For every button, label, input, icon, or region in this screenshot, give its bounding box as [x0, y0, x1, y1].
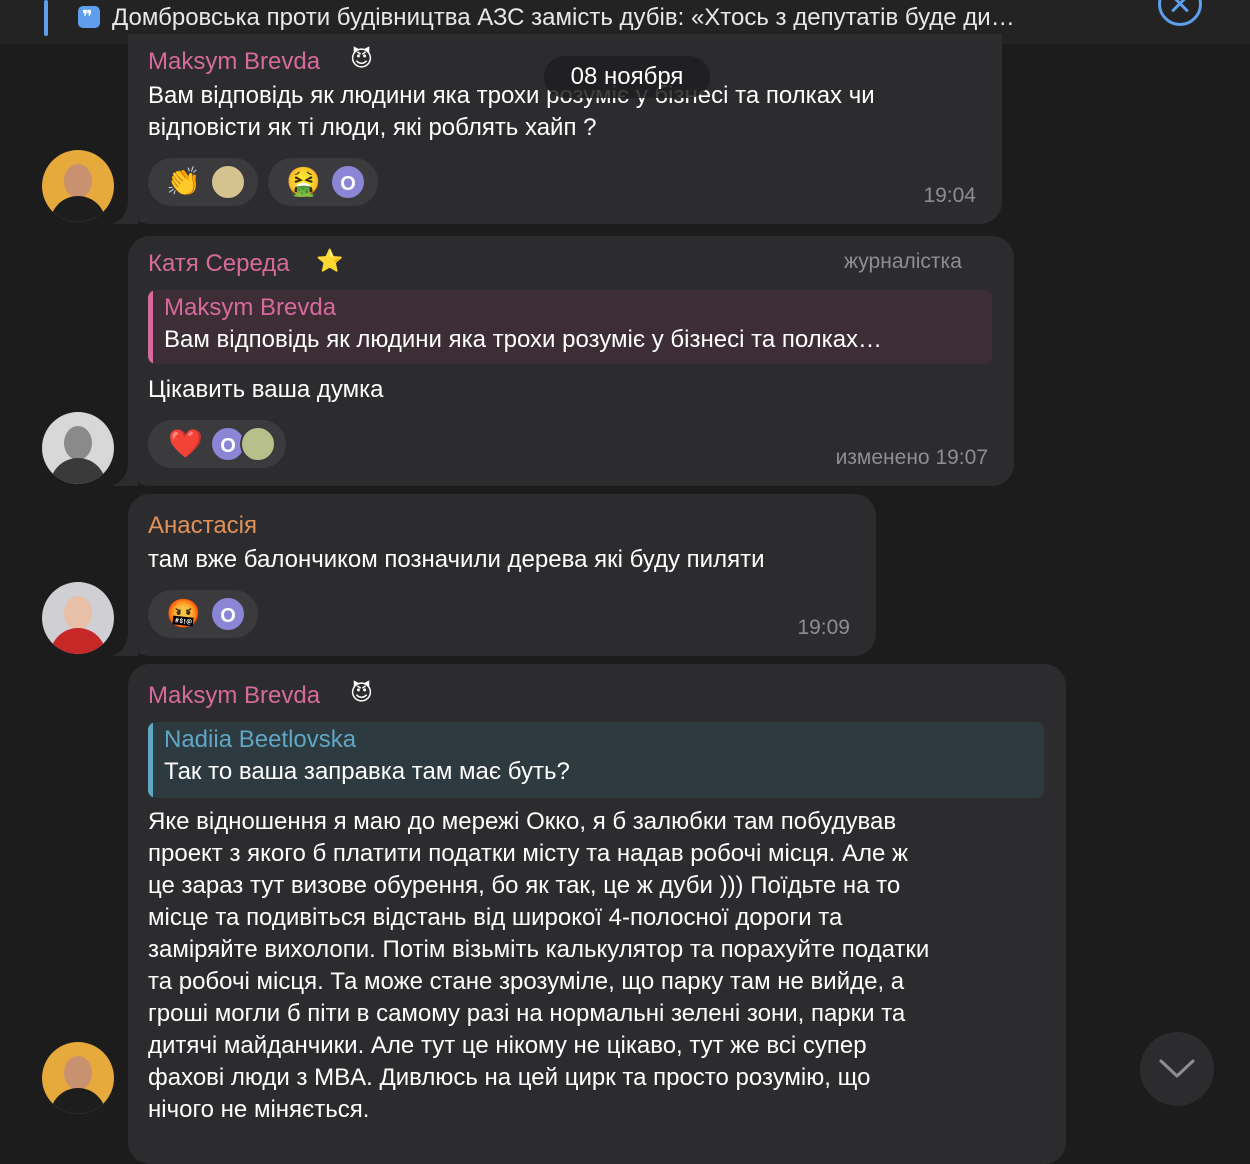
sender-name[interactable]: Анастасія: [148, 512, 257, 540]
reply-text: Так то ваша заправка там має буть?: [164, 758, 570, 785]
message-text-line: Яке відношення я маю до мережі Окко, я б…: [148, 808, 897, 835]
clap-emoji-icon: 👏: [166, 166, 201, 197]
message-text-line: відповісти як ті люди, які роблять хайп …: [148, 114, 597, 141]
avatar[interactable]: [42, 150, 114, 222]
reactor-avatar: [210, 164, 246, 200]
message-text-line: це зараз тут визове обурення, бо як так,…: [148, 872, 901, 899]
member-role: журналістка: [844, 250, 962, 273]
reaction-angry[interactable]: 🤬 О: [148, 590, 258, 638]
sender-badge-icon: 😈: [350, 46, 373, 71]
reactor-avatar: О: [330, 164, 366, 200]
sender-name[interactable]: Катя Середа: [148, 250, 290, 278]
avatar[interactable]: [42, 412, 114, 484]
close-icon[interactable]: [1158, 0, 1202, 26]
message-time: 19:04: [923, 184, 976, 207]
message-text-line: заміряйте вихолопи. Потім візьміть кальк…: [148, 936, 930, 963]
avatar[interactable]: [42, 1042, 114, 1114]
message-text: Цікавить ваша думка: [148, 376, 384, 403]
sender-name[interactable]: Maksym Brevda: [148, 48, 320, 76]
message-text-line: нічого не міняється.: [148, 1096, 370, 1123]
vomit-emoji-icon: 🤮: [286, 166, 321, 197]
bubble-tail: [112, 632, 138, 656]
message-text-line: місце та подивіться відстань від широкої…: [148, 904, 843, 931]
message-text: там вже балончиком позначили дерева які …: [148, 546, 765, 573]
message-text-line: та робочі місця. Та може стане зрозуміле…: [148, 968, 905, 995]
avatar[interactable]: [42, 582, 114, 654]
reaction-vomit[interactable]: 🤮 О: [268, 158, 378, 206]
reactor-avatar: О: [210, 596, 246, 632]
reaction-heart[interactable]: ❤️ О: [148, 420, 286, 468]
scroll-down-button[interactable]: [1140, 1032, 1214, 1106]
sender-badge-icon: 😈: [350, 680, 373, 705]
message-time: 19:09: [797, 616, 850, 639]
message-text-line: гроші могли б піти в самому разі на норм…: [148, 1000, 906, 1027]
heart-emoji-icon: ❤️: [168, 428, 203, 459]
reply-quote[interactable]: Nadiia Beetlovska Так то ваша заправка т…: [148, 722, 1044, 798]
pinned-text: Домбровська проти будівництва АЗС заміст…: [112, 4, 1015, 31]
reaction-clap[interactable]: 👏: [148, 158, 258, 206]
chevron-down-icon: [1159, 1059, 1195, 1078]
reply-sender: Maksym Brevda: [164, 294, 337, 321]
reactor-avatar: [240, 426, 276, 462]
reply-quote[interactable]: Maksym Brevda Вам відповідь як людини як…: [148, 290, 992, 364]
reply-sender: Nadiia Beetlovska: [164, 726, 357, 753]
message-text-line: фахові люди з MBA. Дивлюсь на цей цирк т…: [148, 1064, 871, 1091]
bubble-tail: [112, 200, 138, 224]
message-time: изменено 19:07: [835, 446, 988, 469]
sender-name[interactable]: Maksym Brevda: [148, 682, 320, 710]
quote-icon: ❞: [78, 6, 100, 28]
star-badge-icon: ⭐: [316, 248, 344, 273]
message-text-line: Вам відповідь як людини яка трохи розумі…: [148, 82, 875, 109]
message-text-line: проект з якого б платити податки місту т…: [148, 840, 909, 867]
message-text-line: дитячі майданчики. Але тут це нікому не …: [148, 1032, 867, 1059]
cursing-emoji-icon: 🤬: [166, 598, 201, 629]
pinned-indicator: [44, 0, 48, 36]
bubble-tail: [112, 462, 138, 486]
date-separator: 08 ноября: [544, 56, 710, 98]
reply-text: Вам відповідь як людини яка трохи розумі…: [164, 326, 883, 353]
